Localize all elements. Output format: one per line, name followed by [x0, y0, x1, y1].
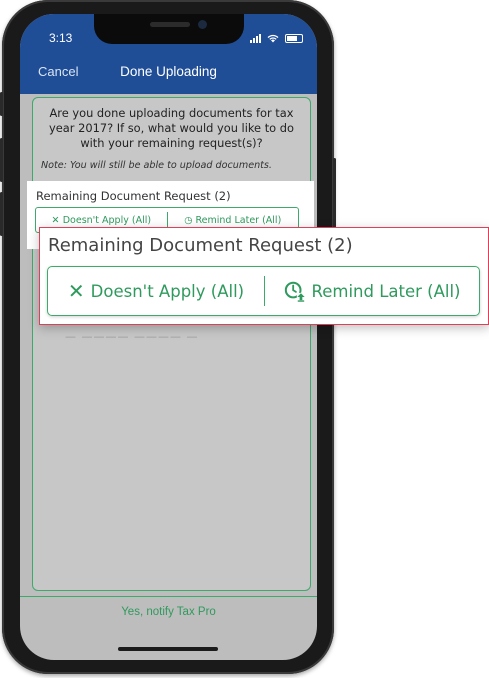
doesnt-apply-label: Doesn't Apply (All) — [62, 214, 152, 226]
volume-up-button — [0, 138, 3, 182]
callout-title: Remaining Document Request (2) — [48, 235, 353, 256]
power-button — [333, 158, 336, 228]
status-icons — [250, 33, 303, 43]
callout-remind-later-button[interactable]: Remind Later (All) — [265, 267, 479, 315]
phone-frame: 3:13 Cancel Done Uploading Are you done … — [0, 0, 336, 674]
clock-upload-icon: ◷ — [184, 214, 196, 226]
question-text: Are you done uploading documents for tax… — [49, 106, 294, 150]
page-title: Done Uploading — [120, 64, 217, 79]
remind-later-label: Remind Later (All) — [195, 214, 282, 226]
phone-screen: 3:13 Cancel Done Uploading Are you done … — [20, 14, 317, 660]
close-x-icon: ✕ — [67, 279, 85, 303]
callout-doesnt-apply-label: Doesn't Apply (All) — [90, 281, 245, 301]
mute-switch — [0, 92, 3, 116]
callout-remind-later-label: Remind Later (All) — [311, 281, 461, 301]
note-text: Note: You will still be able to upload d… — [41, 160, 272, 171]
done-uploading-panel: Are you done uploading documents for tax… — [27, 97, 314, 591]
close-x-icon: ✕ — [51, 214, 63, 226]
notify-tax-pro-button[interactable]: Yes, notify Tax Pro — [20, 606, 317, 618]
wifi-icon — [267, 34, 279, 42]
front-camera — [198, 20, 207, 29]
callout-action-group: ✕ Doesn't Apply (All) Remind Later (All) — [47, 266, 480, 316]
volume-down-button — [0, 192, 3, 236]
remind-later-button[interactable]: ◷ Remind Later (All) — [168, 215, 299, 226]
navigation-bar: 3:13 Cancel Done Uploading — [20, 14, 317, 94]
callout-doesnt-apply-button[interactable]: ✕ Doesn't Apply (All) — [48, 267, 264, 315]
obscured-text: — ———— ———— — — [65, 330, 199, 343]
doesnt-apply-button[interactable]: ✕ Doesn't Apply (All) — [36, 215, 167, 226]
remaining-request-title: Remaining Document Request (2) — [36, 189, 231, 203]
battery-icon — [285, 33, 303, 43]
home-indicator — [118, 647, 218, 651]
clock-upload-icon — [284, 281, 305, 302]
zoom-callout: Remaining Document Request (2) ✕ Doesn't… — [39, 227, 489, 325]
speaker — [150, 22, 190, 27]
notch — [94, 14, 244, 44]
footer-divider — [20, 596, 317, 597]
signal-icon — [250, 33, 261, 43]
status-time: 3:13 — [49, 31, 73, 45]
